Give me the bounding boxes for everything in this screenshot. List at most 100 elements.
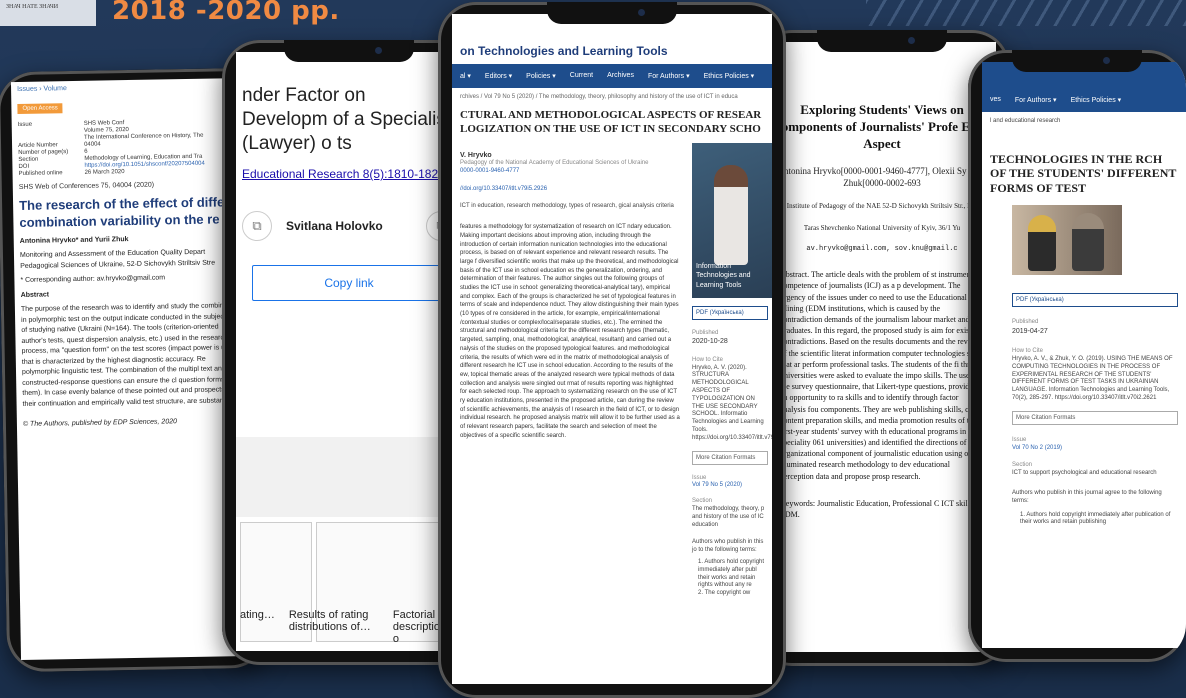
orcid-link[interactable]: 0000-0001-9460-4777 <box>460 168 680 176</box>
journal-nav: al ▾ Editors ▾ Policies ▾ Current Archiv… <box>452 64 772 88</box>
author-row: ⧉ Svitlana Holovko ⧉ <box>236 187 462 242</box>
published-label: Published <box>1012 318 1039 325</box>
person-figure <box>1028 214 1056 271</box>
logo-tile: ЗНАЧ НАТЕ ЗНАЧИ <box>0 0 96 26</box>
article-columns: V. Hryvko Pedagogy of the National Acade… <box>452 139 772 602</box>
keywords: ICT in education, research methodology, … <box>460 203 674 210</box>
breadcrumb[interactable]: rchives / Vol 79 No 5 (2020) / The metho… <box>452 88 772 106</box>
nav-item[interactable]: Policies ▾ <box>526 72 556 80</box>
camera-icon <box>638 9 645 16</box>
abstract: Abstract. The article deals with the pro… <box>780 270 985 481</box>
authors-text: Antonina Hryvko* and Yurii Zhuk <box>19 235 129 245</box>
article-title: The research of the effect of diffe comb… <box>18 194 225 230</box>
citation-text: Hryvko, A. V., & Zhuk, Y. O. (2019). USI… <box>1012 356 1173 401</box>
nav-item[interactable]: ves <box>990 96 1001 104</box>
citation-formats-dropdown[interactable]: More Citation Formats <box>1012 410 1178 425</box>
pdf-button[interactable]: PDF (Українська) <box>692 305 768 320</box>
keywords: Keywords: Journalistic Education, Profes… <box>780 498 975 519</box>
cite-label: How to Cite <box>692 356 724 363</box>
nav-item[interactable]: Ethics Policies ▾ <box>704 72 755 80</box>
rights-item: 1. Authors hold copyright immediately af… <box>1020 511 1171 526</box>
nav-item[interactable]: Archives <box>607 72 634 80</box>
open-access-badge: Open Access <box>17 103 63 114</box>
author-affiliation: Pedagogy of the National Academy of Educ… <box>460 160 649 167</box>
article-meta: Issue SHS Web Conf Volume 75, 2020 The In… <box>12 114 247 181</box>
nav-item[interactable]: al ▾ <box>460 72 471 80</box>
breadcrumb[interactable]: Issues › Volume <box>11 78 245 97</box>
copy-link-button[interactable]: Copy link <box>252 265 446 302</box>
rights-text: Authors who publish in this jo to the fo… <box>692 539 764 554</box>
meta-key <box>18 135 80 142</box>
affiliation: Taras Shevchenko National University of … <box>803 223 961 232</box>
journal-cover-image: Information Technologies and Learning To… <box>692 142 772 298</box>
figure-caption[interactable]: Results of rating distributions of… <box>289 609 379 645</box>
phone-1-screen: Issues › Volume Open Access Issue SHS Web… <box>10 78 256 660</box>
camera-icon <box>908 37 915 44</box>
meta-value: 26 March 2020 <box>84 169 125 176</box>
nav-item[interactable]: Editors ▾ <box>485 72 512 80</box>
abstract-text: The purpose of the research was to ident… <box>20 302 243 408</box>
phone-3: on Technologies and Learning Tools al ▾ … <box>438 2 786 698</box>
meta-key <box>18 128 80 135</box>
meta-key: Issue <box>17 121 33 128</box>
issue-link[interactable]: Vol 70 No 2 (2019) <box>1012 445 1178 453</box>
notch <box>817 30 947 52</box>
rights-item: 2. The copyright ow <box>698 590 751 597</box>
breadcrumb[interactable]: l and educational research <box>982 112 1186 132</box>
cite-label: How to Cite <box>1012 348 1044 355</box>
notch <box>284 40 414 62</box>
phone-5: ves For Authors ▾ Ethics Policies ▾ l an… <box>968 50 1186 662</box>
author-photo <box>1012 204 1122 275</box>
citation-formats-dropdown[interactable]: More Citation Formats <box>692 450 768 465</box>
figure-captions: ating… Results of rating distributions o… <box>240 609 458 645</box>
meta-key: DOI <box>18 163 30 170</box>
rights-text: Authors who publish in this journal agre… <box>1012 489 1162 504</box>
cover-caption: Information Technologies and Learning To… <box>696 263 751 289</box>
nav-item[interactable]: Current <box>570 72 593 80</box>
section-text: ICT to support psychological and educati… <box>1012 470 1157 477</box>
paper-authors: Antonina Hryvko[0000-0001-9460-4777], Ol… <box>777 165 987 189</box>
rights-item: 1. Authors hold copyright immediately af… <box>698 558 765 589</box>
decorative-stripes <box>866 0 1186 26</box>
phone-5-screen: ves For Authors ▾ Ethics Policies ▾ l an… <box>982 62 1186 648</box>
issue-label: Issue <box>692 474 707 481</box>
article-main: V. Hryvko Pedagogy of the National Acade… <box>452 139 688 602</box>
published-label: Published <box>692 329 719 336</box>
published-date: 2019-04-27 <box>1012 327 1048 335</box>
figure-caption[interactable]: ating… <box>240 609 275 645</box>
author-name: V. Hryvko <box>460 151 492 159</box>
section-label: Section <box>692 498 713 505</box>
meta-key: Published online <box>18 170 63 177</box>
doi-link[interactable]: //doi.org/10.33407/itlt.v79i5.2926 <box>460 186 680 194</box>
emails: av.hryvko@gmail.com, sov.knu@gmail.c <box>806 245 958 254</box>
headline-years: 2018 -2020 рр. <box>112 0 340 26</box>
section-text: The methodology, theory, p and history o… <box>692 505 765 528</box>
issue-label: Issue <box>1012 436 1027 443</box>
abstract-heading-text: Abstract <box>20 291 50 299</box>
pdf-button[interactable]: PDF (Українська) <box>1012 292 1178 307</box>
avatar-icon: ⧉ <box>242 211 272 242</box>
nav-item[interactable]: Ethics Policies ▾ <box>1071 96 1122 104</box>
issue-link[interactable]: Vol 79 No 5 (2020) <box>692 482 768 490</box>
article-title: TECHNOLOGIES IN THE RCH OF THE STUDENTS'… <box>990 151 1177 195</box>
meta-key: Number of page(s) <box>18 149 69 156</box>
journal-link[interactable]: Educational Research 8(5):1810-1820 <box>236 161 462 187</box>
phone-2-screen: nder Factor on Developm of a Specialist … <box>236 52 462 651</box>
article-title: nder Factor on Developm of a Specialist … <box>242 85 452 154</box>
section-label: Section <box>1012 462 1033 469</box>
person-figure <box>1072 212 1104 271</box>
author-name[interactable]: Svitlana Holovko <box>286 219 383 233</box>
abstract-text: features a methodology for systematizati… <box>460 224 680 439</box>
phone-3-screen: on Technologies and Learning Tools al ▾ … <box>452 14 772 684</box>
nav-item[interactable]: For Authors ▾ <box>648 72 690 80</box>
paper-title: Exploring Students' Views on Components … <box>772 102 992 151</box>
article-sidebar: PDF (Українська) Published 2019-04-27 Ho… <box>982 281 1186 531</box>
background: ЗНАЧ НАТЕ ЗНАЧИ 2018 -2020 рр. Issues › … <box>0 0 1186 698</box>
citation-text: Hryvko, A. V. (2020). STRUCTURA METHODOL… <box>692 364 772 441</box>
notch <box>547 2 677 24</box>
nav-item[interactable]: For Authors ▾ <box>1015 96 1057 104</box>
camera-icon <box>375 47 382 54</box>
published-date: 2020-10-28 <box>692 338 728 346</box>
phone-4-screen: Exploring Students' Views on Components … <box>768 42 996 652</box>
copyright-footer: © The Authors, published by EDP Sciences… <box>22 418 178 429</box>
